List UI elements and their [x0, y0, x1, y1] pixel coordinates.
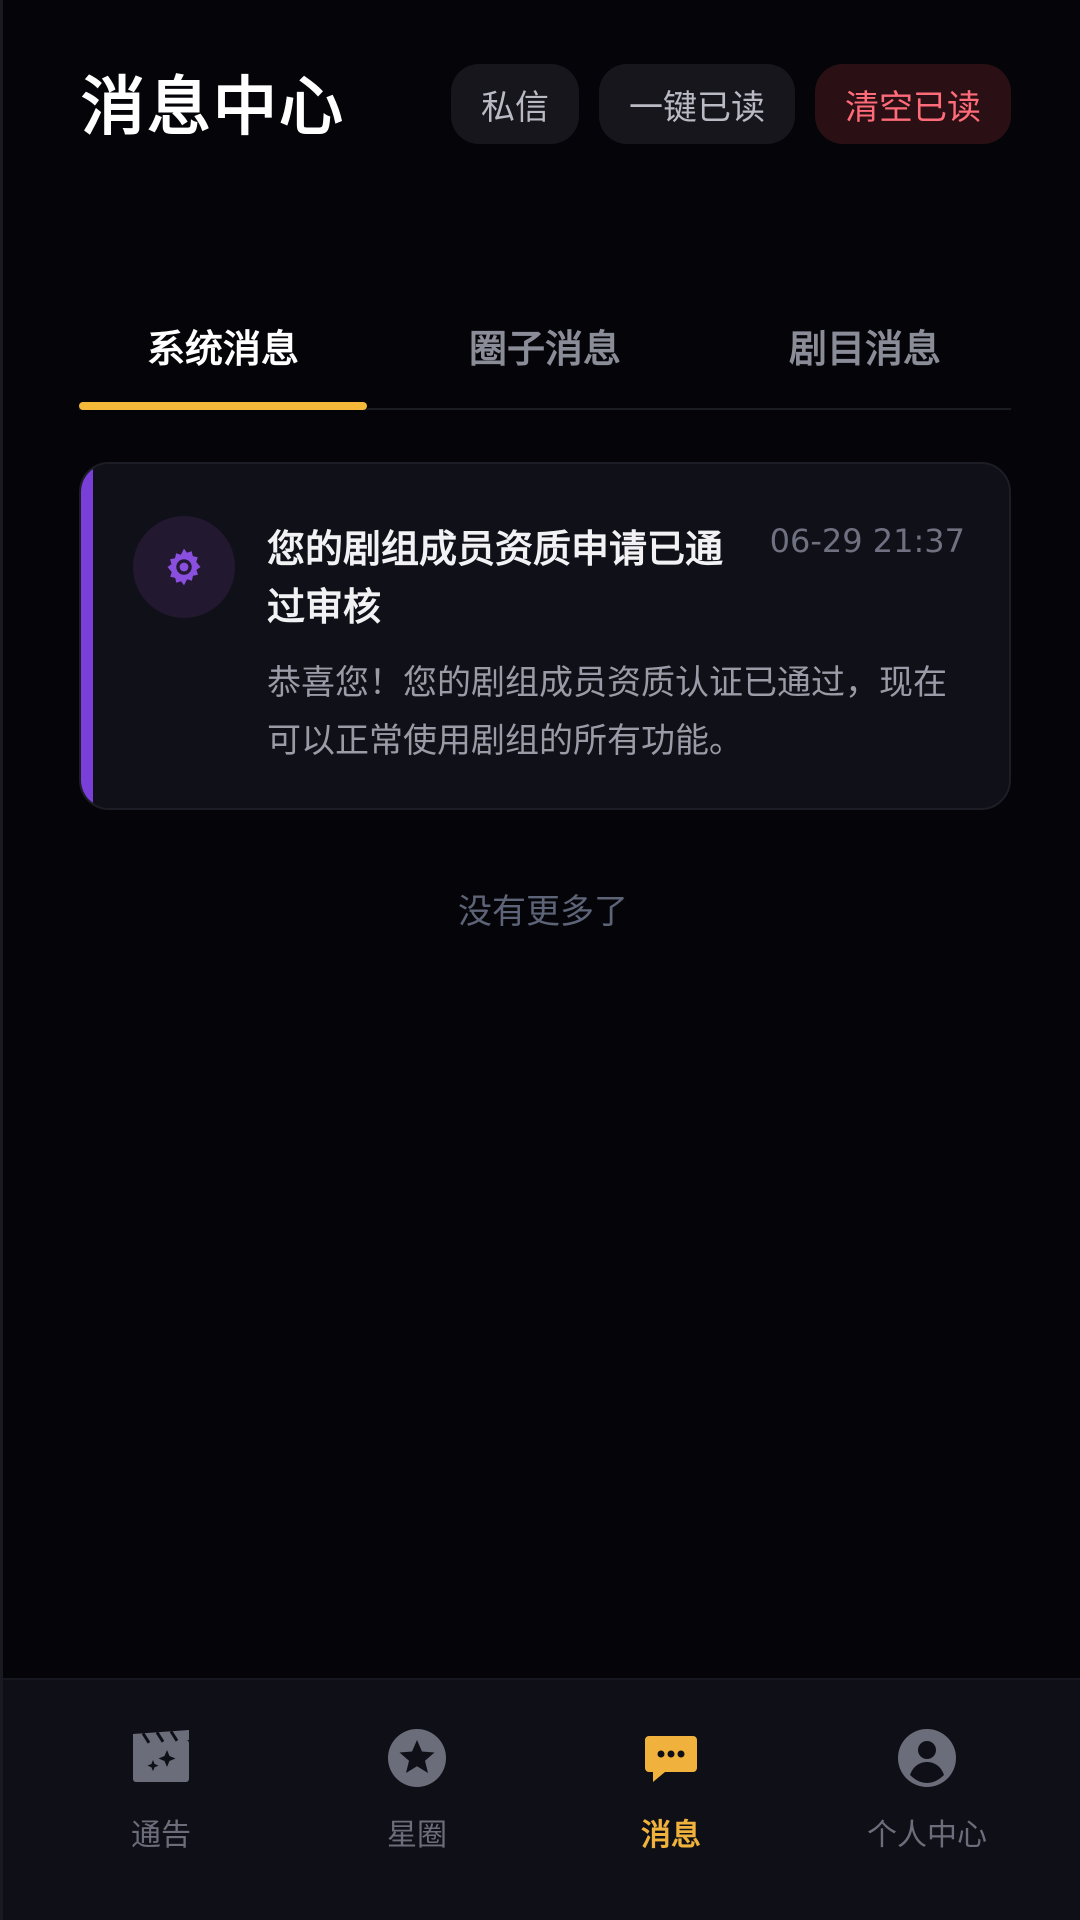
tab-circle-messages[interactable]: 圈子消息 — [401, 300, 689, 390]
message-body: 恭喜您！您的剧组成员资质认证已通过，现在可以正常使用剧组的所有功能。 — [267, 663, 947, 761]
tab-drama-messages[interactable]: 剧目消息 — [721, 300, 1009, 390]
nav-item-notice[interactable]: 通告 — [61, 1726, 261, 1866]
nav-label-messages: 消息 — [641, 1818, 701, 1853]
clapperboard-icon — [133, 1730, 189, 1782]
message-tabs: 系统消息 圈子消息 剧目消息 — [79, 300, 1011, 410]
nav-item-star-circle[interactable]: 星圈 — [317, 1726, 517, 1866]
nav-label-star-circle: 星圈 — [387, 1818, 447, 1853]
star-icon — [388, 1729, 446, 1787]
active-tab-indicator — [79, 402, 367, 410]
page-title: 消息中心 — [81, 71, 345, 145]
gear-icon — [167, 548, 201, 586]
clear-read-button[interactable]: 清空已读 — [815, 64, 1011, 144]
app-screen: 消息中心 私信 一键已读 清空已读 系统消息 圈子消息 剧目消息 您的剧组成员资… — [0, 0, 1080, 1920]
nav-item-messages[interactable]: 消息 — [571, 1726, 771, 1866]
message-icon-badge — [133, 516, 235, 618]
chat-icon — [645, 1736, 697, 1782]
header: 消息中心 私信 一键已读 清空已读 — [3, 0, 1080, 220]
user-icon — [898, 1729, 956, 1787]
nav-item-profile[interactable]: 个人中心 — [827, 1726, 1027, 1866]
mark-all-read-button[interactable]: 一键已读 — [599, 64, 795, 144]
bottom-nav: 通告 星圈 消息 个人中心 — [3, 1678, 1080, 1920]
nav-label-notice: 通告 — [131, 1818, 191, 1853]
private-message-button[interactable]: 私信 — [451, 64, 579, 144]
message-title: 您的剧组成员资质申请已通过审核 — [267, 527, 724, 629]
message-card[interactable]: 您的剧组成员资质申请已通过审核 06-29 21:37 恭喜您！您的剧组成员资质… — [79, 462, 1011, 810]
list-end-text: 没有更多了 — [458, 892, 628, 932]
tab-system-messages[interactable]: 系统消息 — [79, 300, 367, 390]
nav-label-profile: 个人中心 — [867, 1818, 987, 1853]
message-time: 06-29 21:37 — [769, 522, 965, 560]
card-accent-bar — [81, 464, 93, 808]
